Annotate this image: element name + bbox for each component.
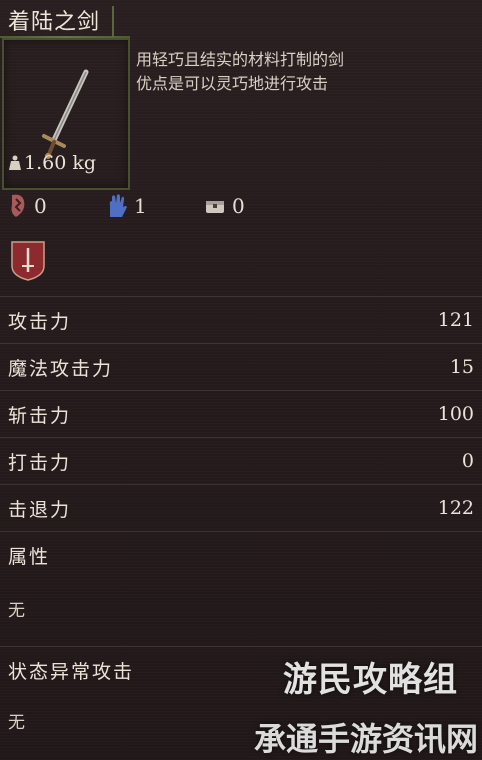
weight-icon xyxy=(9,155,21,170)
requirement-magic-value: 1 xyxy=(134,194,147,218)
attributes-label: 属性 xyxy=(8,545,51,568)
stat-row-magic-attack: 魔法攻击力 15 xyxy=(0,343,482,390)
stat-label: 攻击力 xyxy=(8,310,72,333)
weight-display: 1.60 kg xyxy=(8,152,96,174)
hand-magic-icon xyxy=(109,194,127,217)
attributes-header: 属性 xyxy=(0,531,482,578)
watermark-logo: 游民攻略组 xyxy=(283,660,458,700)
stat-row-knockback: 击退力 122 xyxy=(0,484,482,531)
requirement-strength: 0 xyxy=(8,193,106,219)
stat-label: 魔法攻击力 xyxy=(8,357,114,380)
stat-value: 122 xyxy=(437,497,474,519)
sword-shield-icon xyxy=(11,241,45,281)
strength-rune-icon xyxy=(11,194,25,217)
stat-label: 斩击力 xyxy=(8,404,72,427)
requirement-strength-value: 0 xyxy=(34,194,47,218)
status-attack-value: 无 xyxy=(8,713,25,733)
stat-value: 100 xyxy=(437,403,474,425)
vine-divider-left xyxy=(112,6,114,38)
item-title: 着陆之剑 xyxy=(8,10,101,35)
stat-row-attack: 攻击力 121 xyxy=(0,296,482,343)
status-attack-label: 状态异常攻击 xyxy=(8,660,135,683)
item-panel: 着陆之剑 用轻巧且结实的材料打制的剑 优点是可以灵巧地进行攻击 1.60 kg … xyxy=(0,0,482,760)
stat-value: 121 xyxy=(437,309,474,331)
stat-value: 0 xyxy=(461,450,474,472)
stat-label: 击退力 xyxy=(8,498,72,521)
watermark-site: 承通手游资讯网 xyxy=(253,720,478,758)
stat-row-strike: 打击力 0 xyxy=(0,437,482,484)
requirement-magic: 1 xyxy=(106,193,204,219)
stat-value: 15 xyxy=(449,356,474,378)
weight-value: 1.60 kg xyxy=(24,152,97,174)
attributes-value: 无 xyxy=(8,601,25,621)
item-description: 用轻巧且结实的材料打制的剑 优点是可以灵巧地进行攻击 xyxy=(136,50,345,93)
requirement-chest: 0 xyxy=(204,193,302,219)
requirement-icons: 0 1 0 xyxy=(8,193,302,219)
requirement-chest-value: 0 xyxy=(232,194,245,218)
stat-row-slash: 斩击力 100 xyxy=(0,390,482,437)
stat-label: 打击力 xyxy=(8,451,72,474)
chest-icon xyxy=(206,201,224,213)
